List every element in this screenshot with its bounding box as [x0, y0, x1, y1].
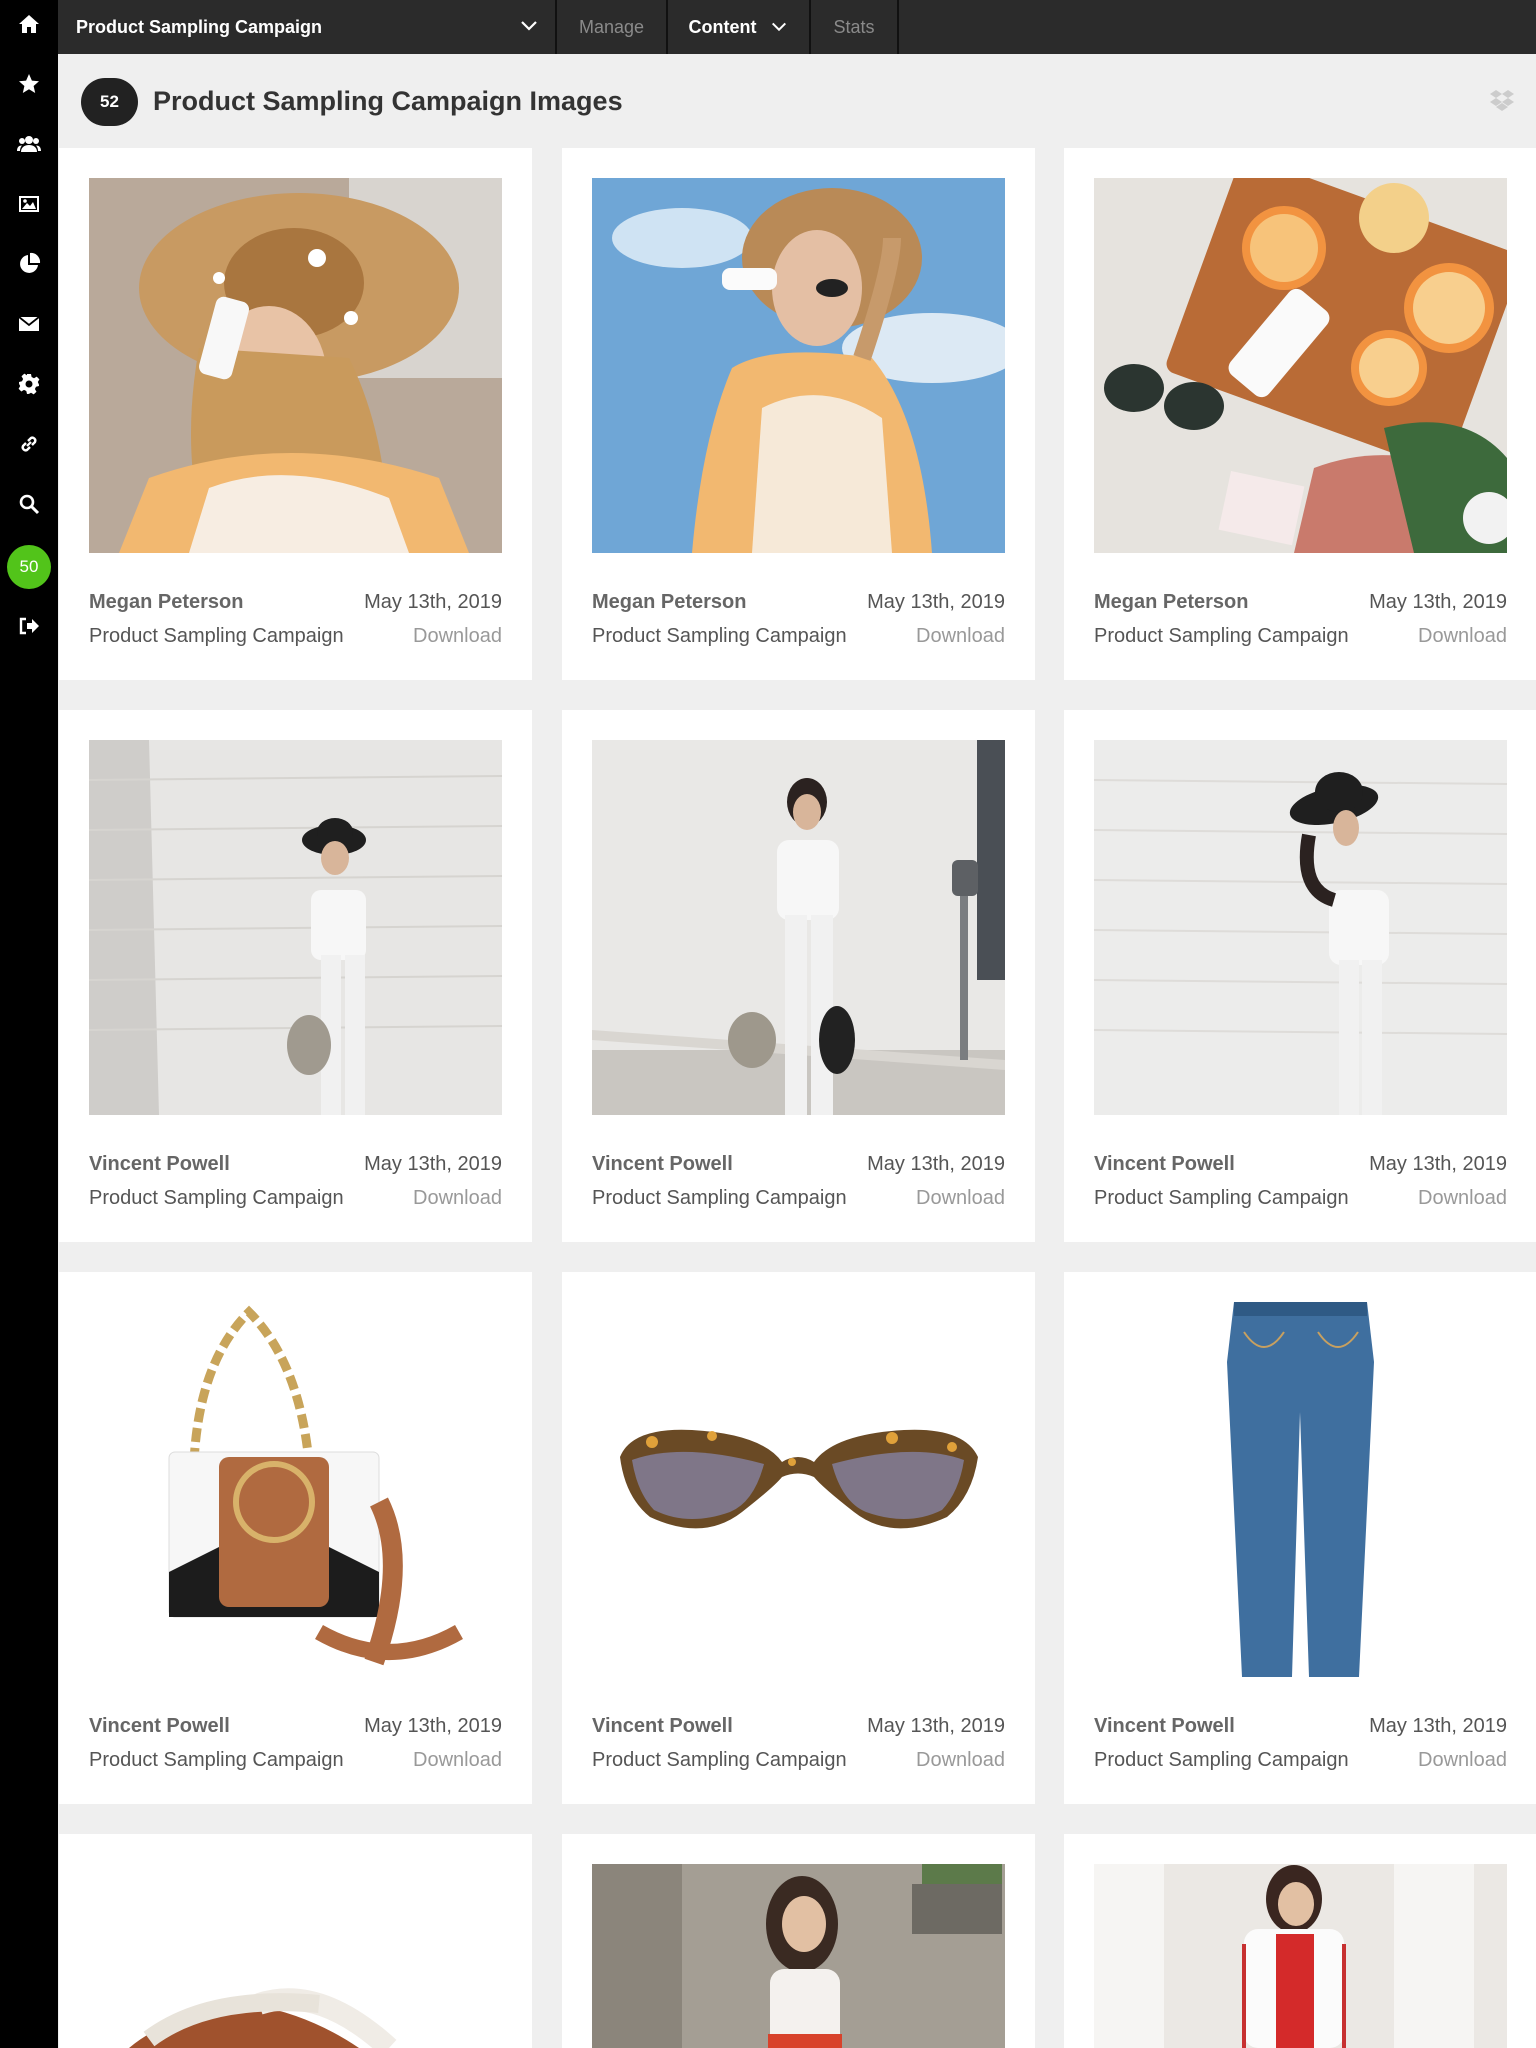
content-card: Vincent Powell May 13th, 2019 Product Sa…: [1064, 710, 1536, 1242]
creator-name[interactable]: Vincent Powell: [592, 1153, 733, 1176]
campaign-name: Product Sampling Campaign: [89, 1748, 344, 1771]
tab-stats[interactable]: Stats: [809, 0, 899, 54]
tab-manage[interactable]: Manage: [555, 0, 666, 54]
image-icon[interactable]: [0, 184, 58, 224]
card-meta: Megan Peterson May 13th, 2019 Product Sa…: [592, 585, 1005, 653]
campaign-selector[interactable]: Product Sampling Campaign: [58, 0, 555, 54]
post-date: May 13th, 2019: [867, 1714, 1005, 1737]
post-date: May 13th, 2019: [1369, 590, 1507, 613]
creator-name[interactable]: Vincent Powell: [1094, 1715, 1235, 1738]
content-card: Vincent Powell May 13th, 2019 Product Sa…: [59, 710, 532, 1242]
campaign-name: Product Sampling Campaign: [89, 624, 344, 647]
link-icon[interactable]: [0, 424, 58, 464]
content-card: Megan Peterson May 13th, 2019 Product Sa…: [562, 148, 1035, 680]
card-meta: Vincent Powell May 13th, 2019 Product Sa…: [1094, 1709, 1507, 1777]
campaign-name: Product Sampling Campaign: [592, 624, 847, 647]
content-image[interactable]: [1094, 1302, 1507, 1677]
top-bar: Product Sampling Campaign Manage Content…: [58, 0, 1536, 54]
campaign-selector-label: Product Sampling Campaign: [76, 16, 323, 37]
content-card: [562, 1834, 1035, 2048]
logout-icon[interactable]: [0, 606, 58, 646]
creator-name[interactable]: Megan Peterson: [592, 591, 746, 614]
content-image[interactable]: [89, 740, 502, 1115]
card-meta: Vincent Powell May 13th, 2019 Product Sa…: [89, 1147, 502, 1215]
content-card: Vincent Powell May 13th, 2019 Product Sa…: [562, 710, 1035, 1242]
gear-icon[interactable]: [0, 364, 58, 404]
creator-name[interactable]: Vincent Powell: [592, 1715, 733, 1738]
tab-stats-label: Stats: [833, 16, 875, 37]
search-icon[interactable]: [0, 484, 58, 524]
download-link[interactable]: Download: [1418, 1749, 1507, 1772]
card-meta: Vincent Powell May 13th, 2019 Product Sa…: [1094, 1147, 1507, 1215]
download-link[interactable]: Download: [1418, 1187, 1507, 1210]
content-image[interactable]: [1094, 740, 1507, 1115]
post-date: May 13th, 2019: [364, 590, 502, 613]
content-image[interactable]: [592, 740, 1005, 1115]
post-date: May 13th, 2019: [1369, 1152, 1507, 1175]
creator-name[interactable]: Megan Peterson: [89, 591, 243, 614]
campaign-name: Product Sampling Campaign: [1094, 1186, 1349, 1209]
download-link[interactable]: Download: [413, 1749, 502, 1772]
campaign-name: Product Sampling Campaign: [89, 1186, 344, 1209]
page-title: Product Sampling Campaign Images: [153, 86, 623, 116]
content-card: Vincent Powell May 13th, 2019 Product Sa…: [59, 1272, 532, 1804]
envelope-icon[interactable]: [0, 304, 58, 344]
creator-name[interactable]: Vincent Powell: [89, 1715, 230, 1738]
chevron-down-icon: [772, 22, 787, 32]
creator-name[interactable]: Vincent Powell: [89, 1153, 230, 1176]
creator-name[interactable]: Vincent Powell: [1094, 1153, 1235, 1176]
card-meta: Vincent Powell May 13th, 2019 Product Sa…: [592, 1147, 1005, 1215]
home-icon[interactable]: [0, 4, 58, 44]
star-icon[interactable]: [0, 64, 58, 104]
content-image[interactable]: [592, 1302, 1005, 1677]
download-link[interactable]: Download: [1418, 625, 1507, 648]
campaign-name: Product Sampling Campaign: [1094, 1748, 1349, 1771]
download-link[interactable]: Download: [916, 625, 1005, 648]
dropbox-icon[interactable]: [1490, 89, 1514, 111]
content-image[interactable]: [89, 1864, 502, 2048]
post-date: May 13th, 2019: [867, 590, 1005, 613]
post-date: May 13th, 2019: [867, 1152, 1005, 1175]
chevron-down-icon: [521, 21, 537, 31]
download-link[interactable]: Download: [916, 1187, 1005, 1210]
content-image[interactable]: [89, 178, 502, 553]
download-link[interactable]: Download: [413, 625, 502, 648]
content-card: Vincent Powell May 13th, 2019 Product Sa…: [562, 1272, 1035, 1804]
content-card: [59, 1834, 532, 2048]
download-link[interactable]: Download: [413, 1187, 502, 1210]
pie-chart-icon[interactable]: [0, 244, 58, 284]
post-date: May 13th, 2019: [364, 1152, 502, 1175]
content-image[interactable]: [89, 1302, 502, 1677]
campaign-name: Product Sampling Campaign: [592, 1186, 847, 1209]
post-date: May 13th, 2019: [364, 1714, 502, 1737]
content-card: [1064, 1834, 1536, 2048]
content-image[interactable]: [592, 178, 1005, 553]
content-card: Vincent Powell May 13th, 2019 Product Sa…: [1064, 1272, 1536, 1804]
content-image[interactable]: [1094, 178, 1507, 553]
campaign-name: Product Sampling Campaign: [592, 1748, 847, 1771]
content-image[interactable]: [592, 1864, 1005, 2048]
card-meta: Vincent Powell May 13th, 2019 Product Sa…: [89, 1709, 502, 1777]
creator-name[interactable]: Megan Peterson: [1094, 591, 1248, 614]
card-meta: Megan Peterson May 13th, 2019 Product Sa…: [89, 585, 502, 653]
notifications-badge[interactable]: 50: [7, 545, 51, 589]
content-card: Megan Peterson May 13th, 2019 Product Sa…: [59, 148, 532, 680]
card-meta: Vincent Powell May 13th, 2019 Product Sa…: [592, 1709, 1005, 1777]
download-link[interactable]: Download: [916, 1749, 1005, 1772]
content-card: Megan Peterson May 13th, 2019 Product Sa…: [1064, 148, 1536, 680]
tab-content-label: Content: [688, 16, 757, 37]
sidebar-rail: 50: [0, 0, 58, 2048]
tab-content[interactable]: Content: [666, 0, 809, 54]
image-count-badge: 52: [81, 78, 138, 126]
tab-manage-label: Manage: [578, 16, 645, 37]
content-image[interactable]: [1094, 1864, 1507, 2048]
campaign-name: Product Sampling Campaign: [1094, 624, 1349, 647]
users-icon[interactable]: [0, 124, 58, 164]
post-date: May 13th, 2019: [1369, 1714, 1507, 1737]
card-meta: Megan Peterson May 13th, 2019 Product Sa…: [1094, 585, 1507, 653]
